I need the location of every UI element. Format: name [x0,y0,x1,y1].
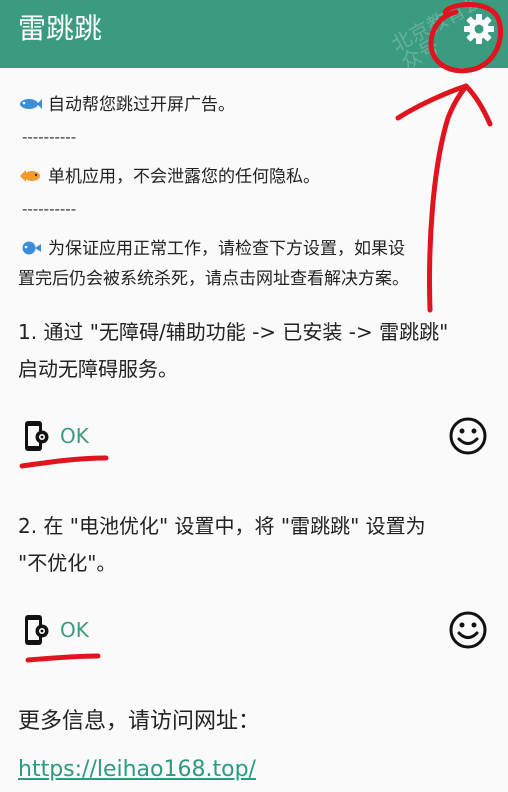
smiley-icon [449,417,487,455]
intro-text-2: 单机应用，不会泄露您的任何隐私。 [48,167,320,187]
step-2-status-row[interactable]: OK [18,610,494,654]
app-title: 雷跳跳 [18,12,103,45]
step-1-line-a: 1. 通过 "无障碍/辅助功能 -> 已安装 -> 雷跳跳" [18,320,449,344]
website-link[interactable]: https://leihao168.top/ [18,756,256,784]
pufferfish-icon [22,241,41,255]
annotation-overlay [19,1,504,663]
step-1-status-row[interactable]: OK [18,416,494,460]
separator: ---------- [22,128,77,146]
app-bar: 雷跳跳 北京教育公众号 [0,0,508,74]
phone-settings-icon [25,421,49,451]
separator: ---------- [22,200,77,218]
annotation-arrow-head-right [463,83,493,127]
intro-line-1: 自动帮您跳过开屏广告。 [18,94,235,116]
step-2-text: 2. 在 "电池优化" 设置中，将 "雷跳跳" 设置为 "不优化"。 [18,508,490,582]
gear-icon [464,14,494,44]
settings-button[interactable] [458,8,500,50]
step-1-ok-label[interactable]: OK [60,422,89,450]
intro-text-3a: 为保证应用正常工作，请检查下方设置，如果设 [48,239,405,259]
step-1-text: 1. 通过 "无障碍/辅助功能 -> 已安装 -> 雷跳跳" 启动无障碍服务。 [18,314,490,388]
fish-icon [20,99,42,109]
goldfish-icon [20,170,40,182]
annotation-underline-2 [25,653,101,663]
intro-line-2: 单机应用，不会泄露您的任何隐私。 [18,166,320,188]
intro-line-3: 为保证应用正常工作，请检查下方设置，如果设 置完后仍会被系统杀死，请点击网址查看… [18,234,488,294]
step-2-line-a: 2. 在 "电池优化" 设置中，将 "雷跳跳" 设置为 [18,514,426,538]
intro-text-3b: 置完后仍会被系统杀死，请点击网址查看解决方案。 [18,269,409,289]
annotation-arrow-head-left [395,83,469,121]
intro-text-1: 自动帮您跳过开屏广告。 [48,95,235,115]
smiley-icon [449,611,487,649]
more-info-label: 更多信息，请访问网址： [18,709,261,734]
step-1-line-b: 启动无障碍服务。 [18,357,178,381]
step-2-line-b: "不优化"。 [18,551,117,575]
step-2-ok-label[interactable]: OK [60,616,89,644]
phone-settings-icon [25,615,49,645]
